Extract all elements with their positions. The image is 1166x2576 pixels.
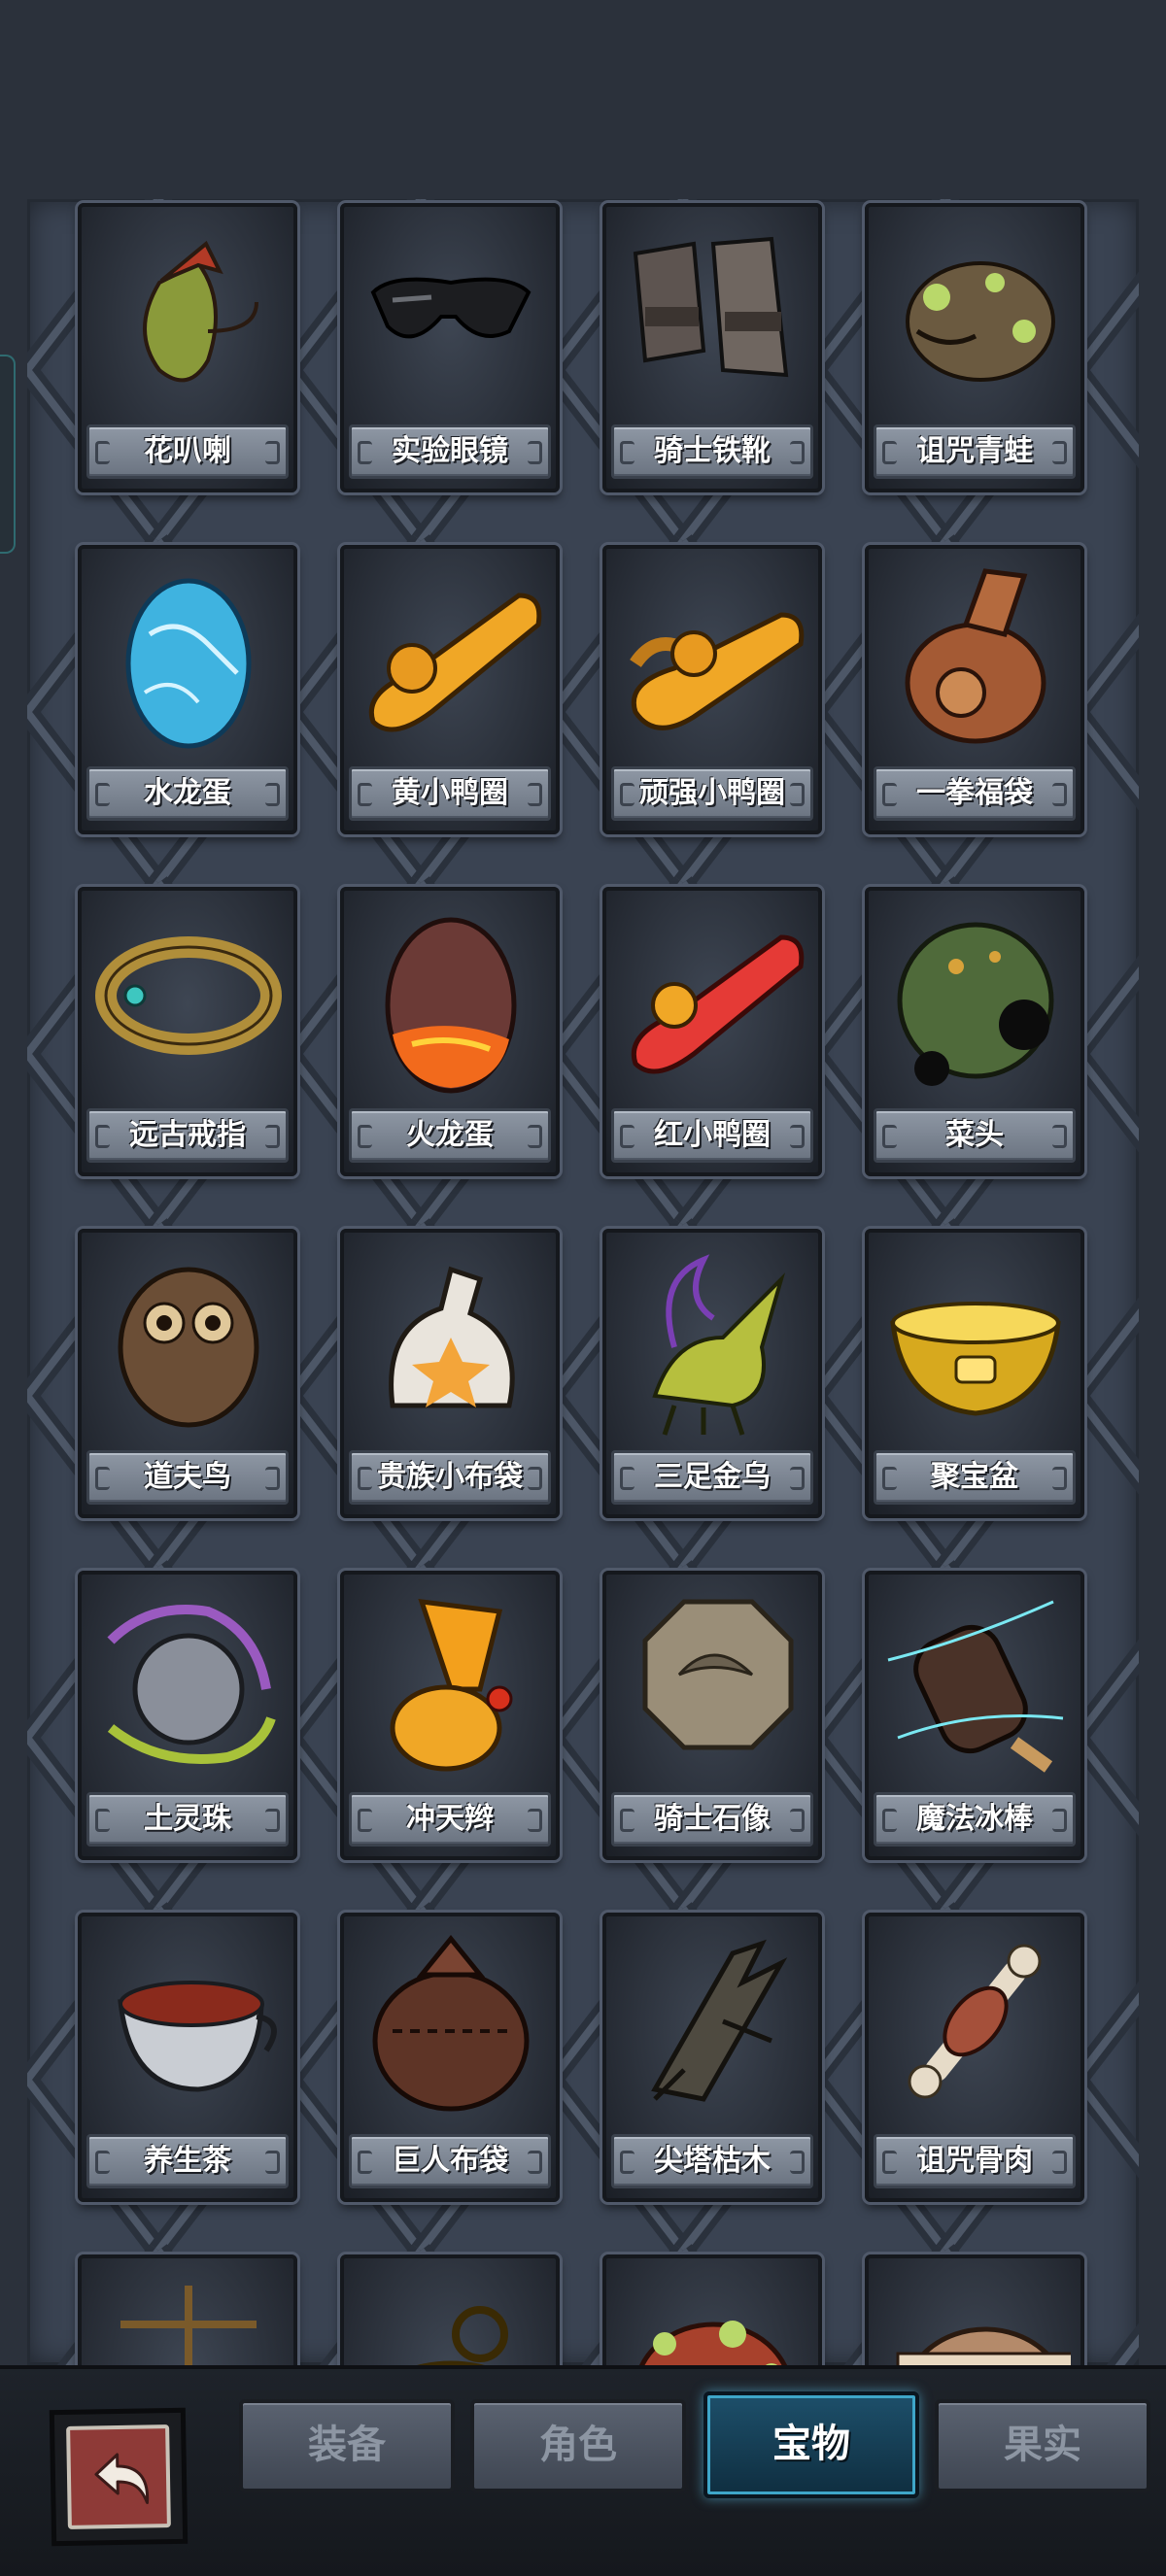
back-button[interactable] — [49, 2407, 189, 2547]
treasure-name-label: 火龙蛋 — [349, 1108, 551, 1163]
treasure-slot[interactable]: 菜头 — [865, 887, 1084, 1176]
treasure-slot[interactable]: 水龙蛋 — [78, 545, 297, 834]
stone-statue-icon — [616, 1582, 808, 1781]
treasure-name-label: 冲天辫 — [349, 1792, 551, 1847]
earth-orb-icon — [91, 1582, 284, 1781]
treasure-name-label: 诅咒青蛙 — [874, 424, 1076, 479]
return-arrow-icon — [94, 2453, 150, 2504]
treasure-slot[interactable]: 冲天辫 — [340, 1571, 560, 1860]
treasure-name-label: 聚宝盆 — [874, 1450, 1076, 1505]
red-frog-icon — [616, 2266, 808, 2365]
treasure-slot[interactable]: 养生茶 — [78, 1913, 297, 2202]
treasure-slot[interactable] — [602, 2254, 822, 2365]
red-duck-ring-icon — [616, 898, 808, 1098]
tab-treasures[interactable]: 宝物 — [703, 2391, 919, 2498]
treasure-slot[interactable]: 顽强小鸭圈 — [602, 545, 822, 834]
treasure-name-label: 黄小鸭圈 — [349, 766, 551, 821]
treasure-slot[interactable]: 贵族小布袋 — [340, 1229, 560, 1518]
tough-duck-ring-icon — [616, 557, 808, 756]
treasure-name-label: 贵族小布袋 — [349, 1450, 551, 1505]
top-bar — [0, 0, 1166, 194]
treasure-name-label: 顽强小鸭圈 — [611, 766, 813, 821]
treasure-slot[interactable]: 尖塔枯木 — [602, 1913, 822, 2202]
treasure-slot[interactable] — [865, 2254, 1084, 2365]
treasure-slot[interactable]: 骑士铁靴 — [602, 203, 822, 492]
treasure-slot[interactable] — [78, 2254, 297, 2365]
treasure-name-label: 养生茶 — [86, 2134, 289, 2188]
cursed-frog-icon — [878, 215, 1071, 414]
treasure-bowl-icon — [878, 1240, 1071, 1440]
cursed-bone-meat-icon — [878, 1924, 1071, 2123]
yellow-duck-ring-icon — [354, 557, 546, 756]
bandaged-face-icon — [878, 2266, 1075, 2365]
treasure-slot[interactable]: 一拳福袋 — [865, 545, 1084, 834]
treasure-slot[interactable]: 花叭喇 — [78, 203, 297, 492]
cabbage-head-icon — [878, 898, 1071, 1098]
owl-bird-icon — [91, 1240, 284, 1440]
tab-equipment[interactable]: 装备 — [239, 2399, 455, 2492]
giant-sack-icon — [354, 1924, 546, 2123]
dead-wood-icon — [616, 1924, 808, 2123]
treasure-name-label: 实验眼镜 — [349, 424, 551, 479]
treasure-name-label: 骑士石像 — [611, 1792, 813, 1847]
side-pull-tab[interactable] — [0, 355, 16, 554]
treasure-slot[interactable]: 三足金乌 — [602, 1229, 822, 1518]
treasure-slot[interactable]: 火龙蛋 — [340, 887, 560, 1176]
treasure-name-label: 诅咒骨肉 — [874, 2134, 1076, 2188]
treasure-name-label: 花叭喇 — [86, 424, 289, 479]
golden-crow-icon — [616, 1240, 808, 1440]
health-tea-icon — [91, 1924, 284, 2123]
treasure-slot[interactable]: 实验眼镜 — [340, 203, 560, 492]
back-button-face — [66, 2424, 171, 2529]
treasure-name-label: 一拳福袋 — [874, 766, 1076, 821]
sunglasses-icon — [354, 215, 546, 414]
treasure-name-label: 三足金乌 — [611, 1450, 813, 1505]
golden-lamp-icon — [354, 2266, 546, 2365]
topknot-icon — [354, 1582, 546, 1781]
treasure-collection-panel[interactable]: 花叭喇 实验眼镜 骑士铁靴 诅咒青蛙水龙蛋 黄小鸭圈 顽强小鸭圈 一拳福袋远古戒指 火龙蛋 红小… — [27, 199, 1139, 2365]
treasure-slot[interactable]: 诅咒骨肉 — [865, 1913, 1084, 2202]
treasure-slot[interactable] — [340, 2254, 560, 2365]
treasure-name-label: 巨人布袋 — [349, 2134, 551, 2188]
scales-icon — [91, 2266, 284, 2365]
treasure-slot[interactable]: 土灵珠 — [78, 1571, 297, 1860]
treasure-slot[interactable]: 骑士石像 — [602, 1571, 822, 1860]
pitcher-plant-icon — [91, 215, 284, 414]
treasure-slot[interactable]: 巨人布袋 — [340, 1913, 560, 2202]
treasure-name-label: 道夫鸟 — [86, 1450, 289, 1505]
treasure-name-label: 土灵珠 — [86, 1792, 289, 1847]
treasure-name-label: 魔法冰棒 — [874, 1792, 1076, 1847]
treasure-slot[interactable]: 黄小鸭圈 — [340, 545, 560, 834]
water-dragon-egg-icon — [91, 557, 284, 756]
treasure-slot[interactable]: 聚宝盆 — [865, 1229, 1084, 1518]
treasure-slot[interactable]: 魔法冰棒 — [865, 1571, 1084, 1860]
fire-dragon-egg-icon — [354, 898, 546, 1098]
treasure-slot[interactable]: 远古戒指 — [78, 887, 297, 1176]
treasure-name-label: 尖塔枯木 — [611, 2134, 813, 2188]
treasure-name-label: 红小鸭圈 — [611, 1108, 813, 1163]
tab-characters[interactable]: 角色 — [470, 2399, 686, 2492]
iron-boots-icon — [616, 215, 808, 414]
treasure-name-label: 骑士铁靴 — [611, 424, 813, 479]
treasure-name-label: 水龙蛋 — [86, 766, 289, 821]
treasure-slot[interactable]: 诅咒青蛙 — [865, 203, 1084, 492]
treasure-name-label: 远古戒指 — [86, 1108, 289, 1163]
noble-pouch-icon — [354, 1240, 546, 1440]
punch-bag-icon — [878, 557, 1071, 756]
treasure-slot[interactable]: 红小鸭圈 — [602, 887, 822, 1176]
tab-fruits[interactable]: 果实 — [935, 2399, 1150, 2492]
treasure-name-label: 菜头 — [874, 1108, 1076, 1163]
ancient-ring-icon — [91, 898, 284, 1098]
treasure-slot[interactable]: 道夫鸟 — [78, 1229, 297, 1518]
magic-popsicle-icon — [878, 1582, 1071, 1781]
